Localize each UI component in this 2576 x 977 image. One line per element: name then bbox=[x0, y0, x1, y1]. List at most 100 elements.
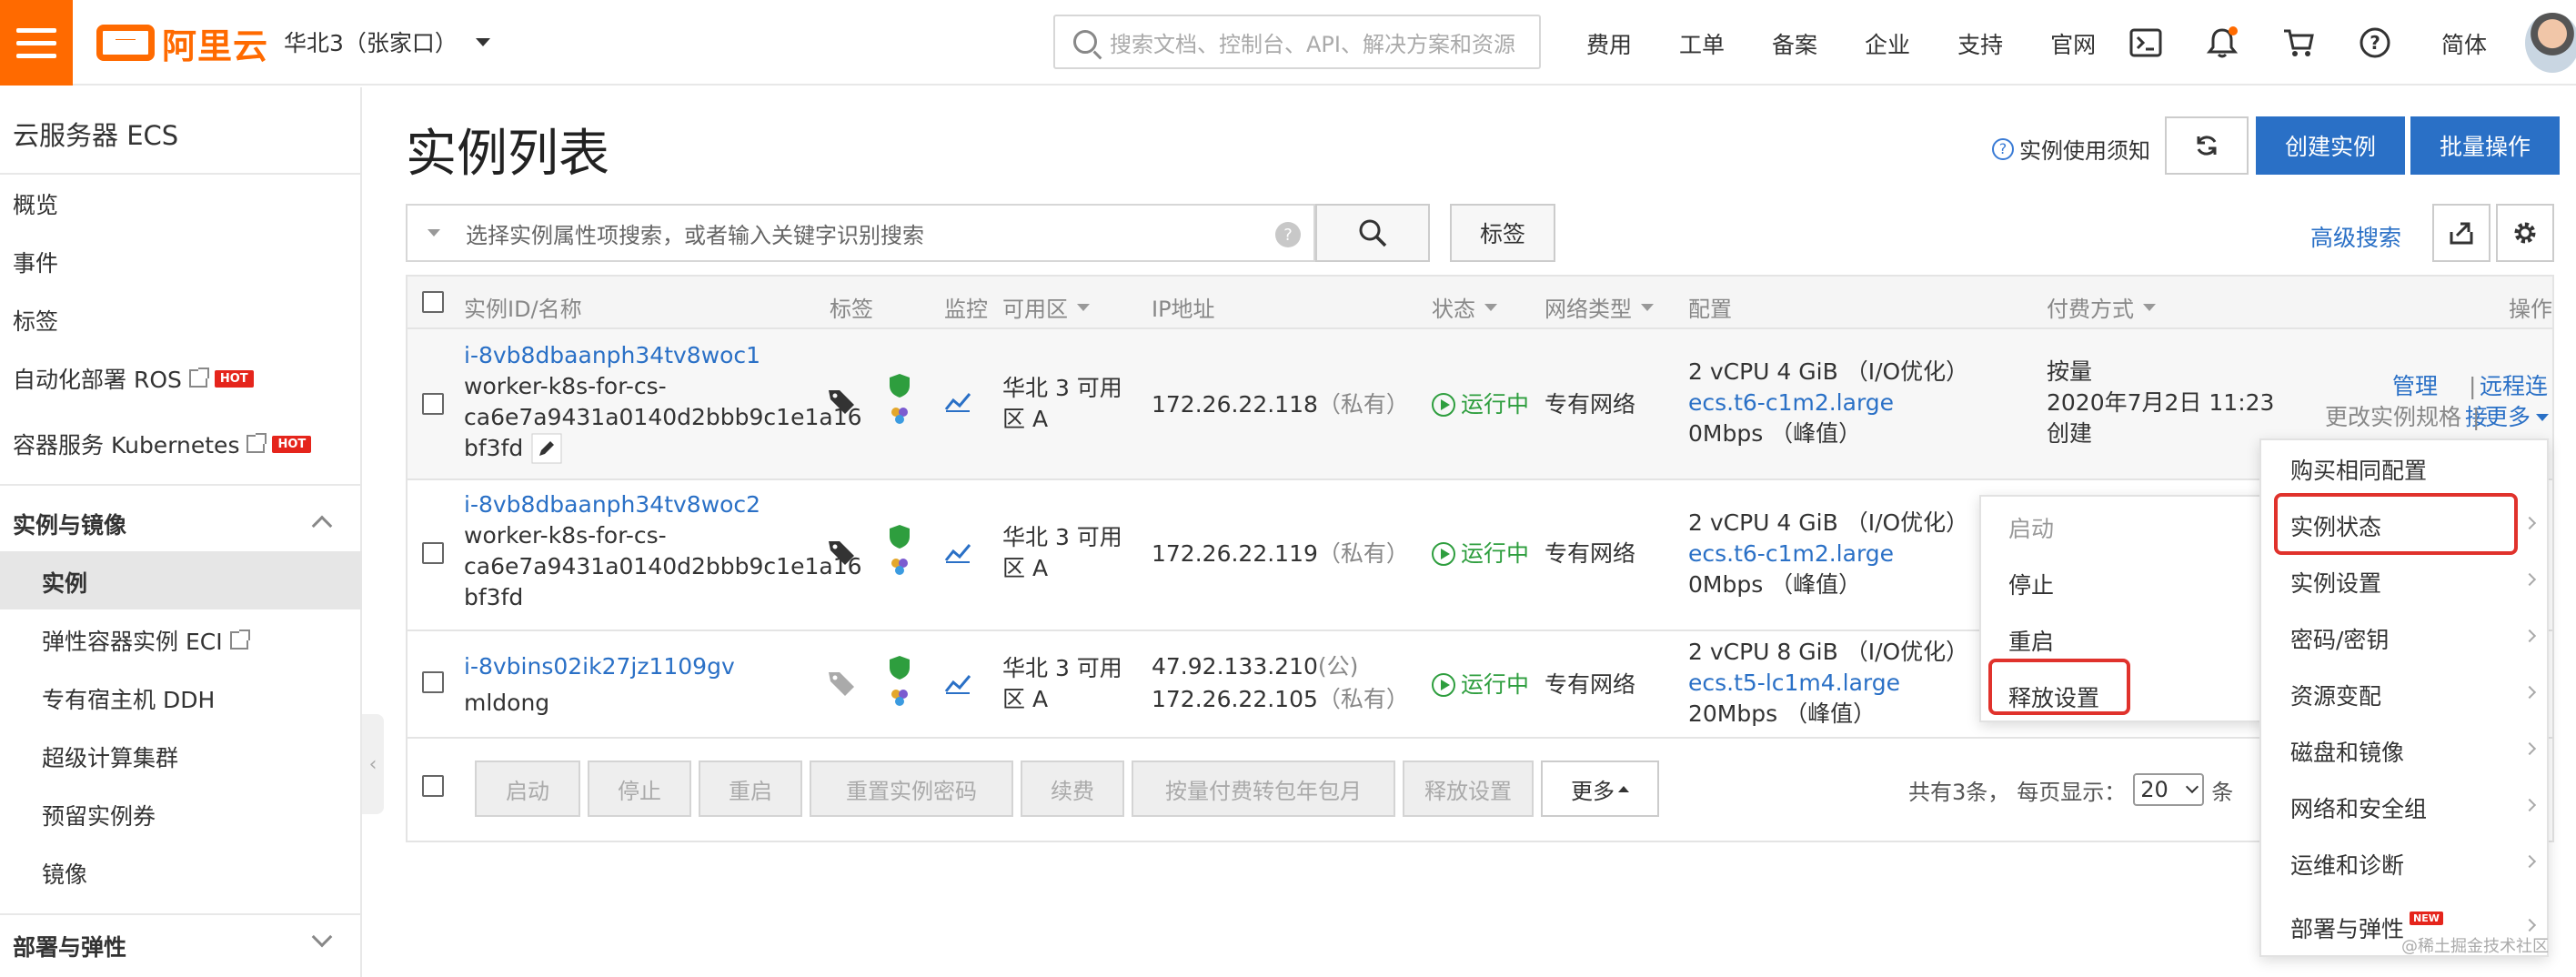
menu-item-stop[interactable]: 停止 bbox=[2008, 568, 2054, 600]
sidebar-item-events[interactable]: 事件 bbox=[13, 246, 58, 278]
tag-filter-button[interactable]: 标签 bbox=[1450, 204, 1555, 262]
ip-address: 172.26.22.119（私有） bbox=[1152, 539, 1409, 569]
cart-icon[interactable] bbox=[2281, 25, 2316, 60]
refresh-button[interactable] bbox=[2165, 116, 2249, 175]
menu-item-restart[interactable]: 重启 bbox=[2008, 624, 2054, 657]
release-settings-button[interactable]: 释放设置 bbox=[1403, 760, 1534, 817]
bell-icon[interactable] bbox=[2205, 25, 2239, 60]
nav-link-enterprise[interactable]: 企业 bbox=[1865, 27, 1910, 60]
menu-item-password-key[interactable]: 密码/密钥 bbox=[2290, 622, 2389, 655]
stop-button[interactable]: 停止 bbox=[588, 760, 691, 817]
row-checkbox[interactable] bbox=[422, 671, 444, 693]
sidebar-item-ros[interactable]: 自动化部署 ROS HOT bbox=[13, 362, 254, 395]
instance-type-link[interactable]: ecs.t5-lc1m4.large bbox=[1688, 668, 1900, 699]
menu-item-network-security[interactable]: 网络和安全组 bbox=[2290, 791, 2427, 824]
col-pay[interactable]: 付费方式 bbox=[2047, 291, 2156, 323]
sidebar-group-instances-images[interactable]: 实例与镜像 bbox=[13, 508, 126, 540]
page-size-select[interactable]: 20 bbox=[2133, 773, 2205, 806]
sidebar-group-deploy[interactable]: 部署与弹性 bbox=[13, 930, 126, 962]
batch-operation-button[interactable]: 批量操作 bbox=[2410, 116, 2560, 175]
footer-select-all-checkbox[interactable] bbox=[422, 775, 444, 797]
reset-password-button[interactable]: 重置实例密码 bbox=[810, 760, 1013, 817]
search-button[interactable] bbox=[1315, 204, 1430, 262]
sidebar-item-instances[interactable]: 实例 bbox=[42, 566, 87, 599]
help-icon[interactable]: ? bbox=[2358, 25, 2392, 60]
logo[interactable]: 阿里云 bbox=[96, 20, 268, 66]
nav-link-official[interactable]: 官网 bbox=[2050, 27, 2096, 60]
watermark: @稀土掘金技术社区 bbox=[2401, 937, 2549, 956]
edit-icon[interactable] bbox=[531, 433, 562, 464]
divider bbox=[0, 173, 362, 175]
avatar[interactable] bbox=[2525, 13, 2576, 73]
row-checkbox[interactable] bbox=[422, 542, 444, 564]
nav-link-ticket[interactable]: 工单 bbox=[1679, 27, 1725, 60]
sidebar-item-tags[interactable]: 标签 bbox=[13, 304, 58, 337]
sidebar-item-kubernetes[interactable]: 容器服务 Kubernetes HOT bbox=[13, 428, 312, 460]
chevron-right-icon bbox=[2522, 572, 2537, 587]
global-search-input[interactable]: 搜索文档、控制台、API、解决方案和资源 bbox=[1053, 15, 1541, 69]
security-shield-icon[interactable] bbox=[886, 522, 913, 582]
change-spec-link[interactable]: 更改实例规格 bbox=[2325, 402, 2461, 433]
start-button[interactable]: 启动 bbox=[475, 760, 580, 817]
op-separator: | bbox=[2472, 404, 2480, 430]
terminal-icon[interactable] bbox=[2128, 25, 2163, 60]
menu-icon[interactable] bbox=[0, 0, 73, 86]
col-net[interactable]: 网络类型 bbox=[1545, 291, 1654, 323]
help-icon[interactable]: ? bbox=[1275, 222, 1301, 247]
sidebar-item-supercomputing[interactable]: 超级计算集群 bbox=[42, 740, 178, 773]
sidebar-item-eci[interactable]: 弹性容器实例 ECI bbox=[42, 624, 250, 657]
manage-link[interactable]: 管理 bbox=[2392, 371, 2438, 402]
region-selector[interactable]: 华北3（张家口） bbox=[284, 25, 490, 58]
sidebar-item-ddh[interactable]: 专有宿主机 DDH bbox=[42, 682, 215, 715]
advanced-search-link[interactable]: 高级搜索 bbox=[2310, 220, 2401, 253]
restart-button[interactable]: 重启 bbox=[699, 760, 802, 817]
sidebar-item-images[interactable]: 镜像 bbox=[42, 857, 87, 890]
menu-item-buy-same[interactable]: 购买相同配置 bbox=[2290, 453, 2427, 486]
filter-dropdown-icon[interactable] bbox=[428, 229, 440, 237]
switch-billing-button[interactable]: 按量付费转包年包月 bbox=[1132, 760, 1395, 817]
menu-item-resource-change[interactable]: 资源变配 bbox=[2290, 679, 2381, 711]
instance-id-link[interactable]: i-8vb8dbaanph34tv8woc2 bbox=[464, 489, 760, 520]
security-shield-icon[interactable] bbox=[886, 371, 913, 431]
chevron-up-icon[interactable] bbox=[311, 515, 333, 537]
sidebar-item-reserved[interactable]: 预留实例券 bbox=[42, 799, 156, 831]
status-badge: 运行中 bbox=[1432, 670, 1529, 700]
filter-search-input[interactable]: 选择实例属性项搜索，或者输入关键字识别搜索 ? bbox=[406, 204, 1315, 262]
col-status[interactable]: 状态 bbox=[1432, 291, 1497, 323]
more-dropdown[interactable]: 更多 bbox=[2485, 402, 2550, 433]
select-all-checkbox[interactable] bbox=[422, 291, 444, 313]
monitor-chart-icon[interactable] bbox=[944, 673, 971, 695]
instance-id-link[interactable]: i-8vbins02ik27jz1109gv bbox=[464, 651, 735, 682]
language-switch[interactable]: 简体 bbox=[2441, 27, 2487, 60]
row-checkbox[interactable] bbox=[422, 393, 444, 415]
col-zone[interactable]: 可用区 bbox=[1002, 291, 1090, 323]
monitor-chart-icon[interactable] bbox=[944, 391, 971, 413]
highlight-release-settings bbox=[1988, 659, 2130, 715]
sidebar-item-overview[interactable]: 概览 bbox=[13, 187, 58, 220]
settings-button[interactable] bbox=[2496, 204, 2554, 262]
menu-item-start[interactable]: 启动 bbox=[2008, 511, 2054, 544]
sidebar-collapse-handle[interactable]: ‹ bbox=[362, 714, 384, 814]
instance-type-link[interactable]: ecs.t6-c1m2.large bbox=[1688, 539, 1894, 569]
export-button[interactable] bbox=[2432, 204, 2490, 262]
nav-link-icp[interactable]: 备案 bbox=[1772, 27, 1817, 60]
instance-notice-link[interactable]: ? 实例使用须知 bbox=[1992, 133, 2150, 165]
tag-icon[interactable] bbox=[826, 386, 857, 417]
tag-icon[interactable] bbox=[826, 668, 857, 699]
security-shield-icon[interactable] bbox=[886, 653, 913, 713]
menu-item-instance-settings[interactable]: 实例设置 bbox=[2290, 566, 2381, 599]
renew-button[interactable]: 续费 bbox=[1021, 760, 1124, 817]
nav-link-fee[interactable]: 费用 bbox=[1586, 27, 1632, 60]
footer-more-button[interactable]: 更多 bbox=[1541, 760, 1659, 817]
running-icon bbox=[1432, 393, 1455, 417]
tag-icon[interactable] bbox=[826, 537, 857, 568]
menu-item-ops-diagnosis[interactable]: 运维和诊断 bbox=[2290, 848, 2404, 881]
instance-type-link[interactable]: ecs.t6-c1m2.large bbox=[1688, 388, 1894, 418]
nav-link-support[interactable]: 支持 bbox=[1957, 27, 2003, 60]
instance-id-link[interactable]: i-8vb8dbaanph34tv8woc1 bbox=[464, 340, 760, 371]
menu-item-disk-image[interactable]: 磁盘和镜像 bbox=[2290, 735, 2404, 768]
sidebar-item-label: 超级计算集群 bbox=[42, 745, 179, 771]
chevron-down-icon[interactable] bbox=[311, 926, 333, 948]
create-instance-button[interactable]: 创建实例 bbox=[2256, 116, 2405, 175]
monitor-chart-icon[interactable] bbox=[944, 542, 971, 564]
